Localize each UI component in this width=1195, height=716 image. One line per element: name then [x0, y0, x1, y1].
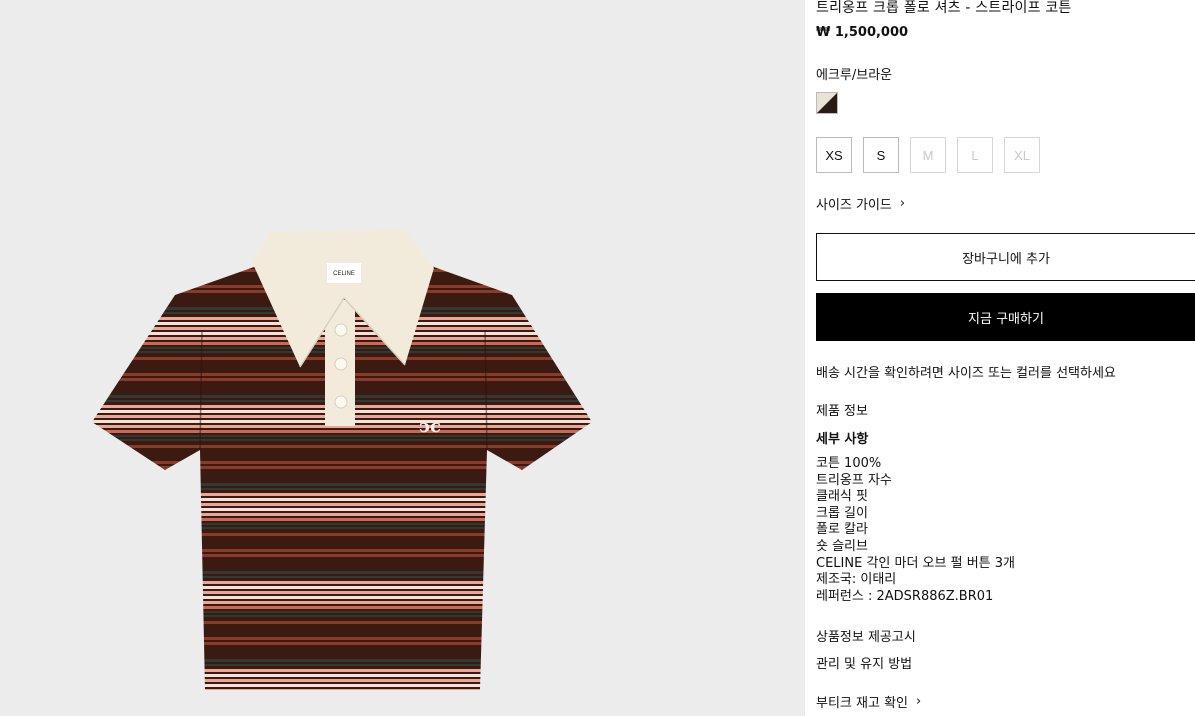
product-info-heading[interactable]: 제품 정보 — [816, 400, 868, 419]
size-guide-link[interactable]: 사이즈 가이드 › — [816, 194, 905, 213]
product-notice-link[interactable]: 상품정보 제공고시 — [816, 626, 916, 645]
color-name: 에크루/브라운 — [816, 68, 893, 83]
care-link[interactable]: 관리 및 유지 방법 — [816, 653, 912, 672]
product-price: ₩ 1,500,000 — [816, 25, 909, 40]
size-l[interactable]: L — [957, 137, 993, 173]
polo-shirt-image: CELINE ↄc — [92, 230, 592, 690]
chevron-right-icon: › — [916, 694, 922, 709]
details-item: 폴로 칼라 — [816, 522, 868, 538]
product-info-panel: 트리옹프 크롭 폴로 셔츠 - 스트라이프 코튼 ₩ 1,500,000 에크루… — [805, 0, 1195, 716]
product-title: 트리옹프 크롭 폴로 셔츠 - 스트라이프 코튼 — [816, 0, 1072, 16]
boutique-stock-link[interactable]: 부티크 재고 확인 › — [816, 692, 921, 711]
details-item: 레퍼런스 : 2ADSR886Z.BR01 — [816, 588, 994, 604]
size-s[interactable]: S — [863, 137, 899, 173]
details-item: 크롭 길이 — [816, 505, 868, 521]
details-list: 코튼 100% 트리옹프 자수 클래식 핏 크롭 길이 폴로 칼라 숏 슬리브 … — [816, 456, 1015, 605]
size-xs[interactable]: XS — [816, 137, 852, 173]
color-swatch[interactable] — [816, 92, 838, 114]
boutique-stock-label: 부티크 재고 확인 — [816, 696, 908, 711]
details-item: 숏 슬리브 — [816, 538, 868, 554]
details-heading[interactable]: 세부 사항 — [816, 428, 868, 447]
product-image[interactable]: CELINE ↄc — [0, 0, 805, 716]
brand-label: CELINE — [333, 271, 355, 277]
details-item: 트리옹프 자수 — [816, 472, 892, 488]
details-item: 코튼 100% — [816, 456, 882, 471]
size-m[interactable]: M — [910, 137, 946, 173]
triomphe-logo-icon: ↄc — [419, 416, 441, 437]
details-item: CELINE 각인 마더 오브 펄 버튼 3개 — [816, 555, 1015, 571]
size-guide-label: 사이즈 가이드 — [816, 198, 892, 213]
chevron-right-icon: › — [899, 196, 906, 211]
buy-now-button[interactable]: 지금 구매하기 — [816, 293, 1195, 341]
size-selector: XS S M L XL — [816, 137, 1040, 173]
shipping-note: 배송 시간을 확인하려면 사이즈 또는 컬러를 선택하세요 — [816, 366, 1116, 381]
details-item: 클래식 핏 — [816, 489, 868, 505]
details-item: 제조국: 이태리 — [816, 572, 897, 588]
size-xl[interactable]: XL — [1004, 137, 1040, 173]
add-to-cart-button[interactable]: 장바구니에 추가 — [816, 233, 1195, 281]
